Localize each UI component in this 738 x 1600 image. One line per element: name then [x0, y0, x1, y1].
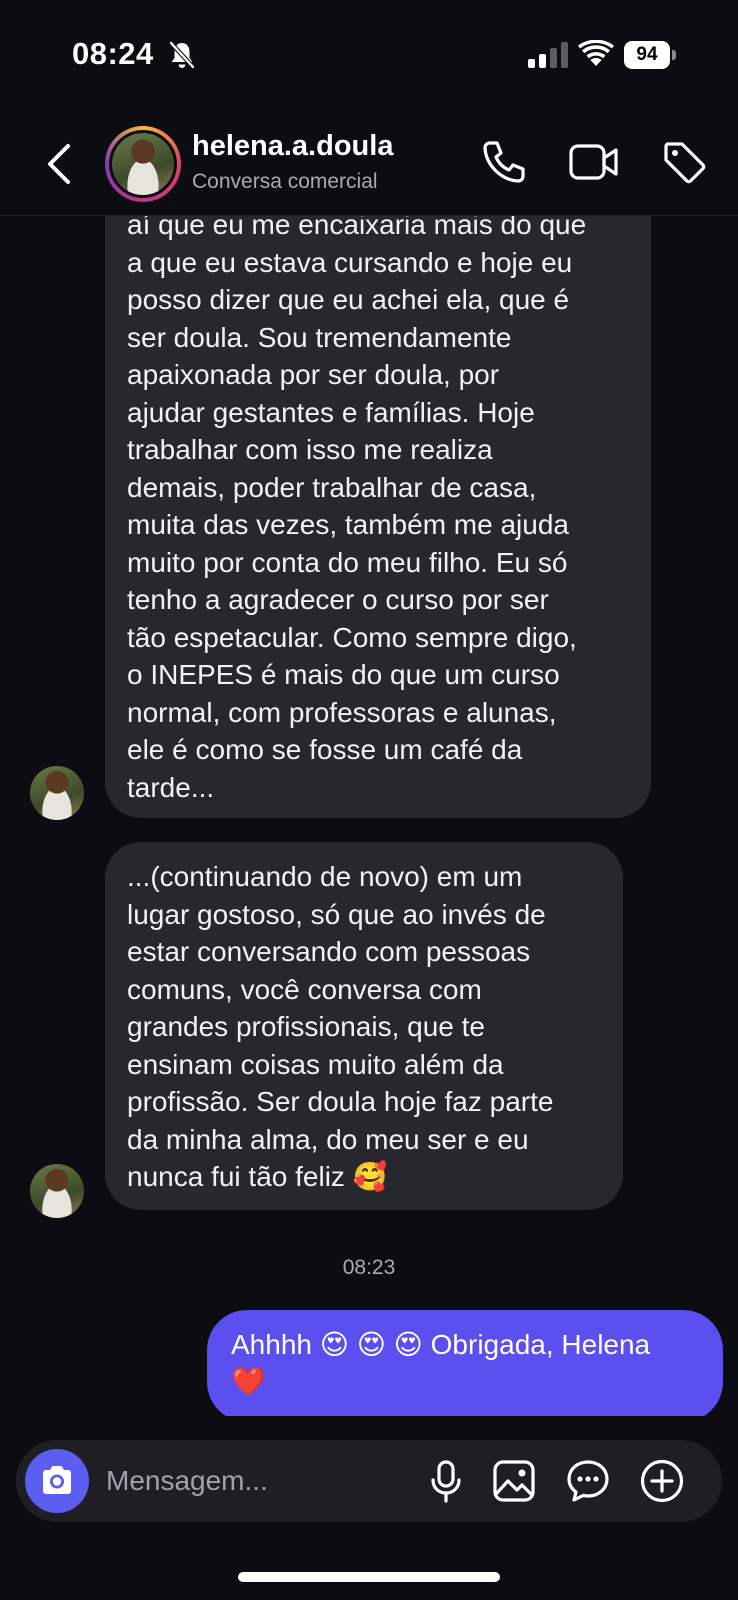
camera-button[interactable] [25, 1449, 89, 1513]
message-composer [16, 1440, 722, 1522]
conversation-type-label: Conversa comercial [192, 170, 378, 193]
sender-avatar[interactable] [30, 1164, 84, 1218]
message-line: Ahhhh 😍 😍 😍 Obrigada, Helena [231, 1329, 651, 1360]
sent-message-bubble[interactable]: Ahhhh 😍 😍 😍 Obrigada, Helena ❤️ [207, 1310, 723, 1416]
message-line: ele é como se fosse um café da [127, 734, 523, 765]
contact-avatar[interactable] [105, 126, 181, 202]
sticker-icon[interactable] [564, 1457, 612, 1505]
battery-icon: 94 [624, 41, 676, 69]
plus-circle-icon[interactable] [638, 1457, 686, 1505]
contact-name[interactable]: helena.a.doula [192, 130, 393, 163]
cellular-signal-icon [528, 42, 568, 68]
bell-off-icon [169, 41, 195, 69]
message-input[interactable] [106, 1462, 386, 1500]
message-line: grandes profissionais, que te [127, 1011, 485, 1042]
message-line: apaixonada por ser doula, por [127, 359, 500, 390]
status-time: 08:24 [72, 36, 154, 71]
message-line: muito por conta do meu filho. Eu só [127, 546, 568, 578]
wifi-icon [578, 40, 614, 66]
battery-level: 94 [624, 41, 670, 69]
message-line: muita das vezes, também me ajuda [127, 509, 569, 540]
message-line: ❤️ [231, 1366, 266, 1397]
microphone-icon[interactable] [422, 1457, 470, 1505]
phone-icon[interactable] [480, 138, 528, 186]
message-line: tão espetacular. Como sempre digo, [127, 621, 577, 653]
message-list[interactable]: aí que eu me encaixaria mais do que a qu… [0, 216, 738, 1416]
message-line: da minha alma, do meu ser e eu [127, 1123, 529, 1155]
message-line: tarde... [127, 771, 215, 803]
message-line: normal, com professoras e alunas, [127, 696, 557, 728]
video-camera-icon[interactable] [568, 140, 620, 184]
message-line: a que eu estava cursando e hoje eu [127, 246, 573, 278]
chat-header: helena.a.doula Conversa comercial [0, 112, 738, 216]
gallery-icon[interactable] [490, 1457, 538, 1505]
home-indicator[interactable] [238, 1572, 500, 1582]
message-line: lugar gostoso, só que ao invés de [127, 898, 546, 930]
received-message-bubble[interactable]: ...(continuando de novo) em um lugar gos… [105, 842, 623, 1210]
message-line: demais, poder trabalhar de casa, [127, 471, 537, 503]
message-line: o INEPES é mais do que um curso [127, 659, 560, 690]
message-line: ...(continuando de novo) em um [127, 861, 523, 892]
message-line: tenho a agradecer o curso por ser [127, 584, 549, 615]
message-line: comuns, você conversa com [127, 973, 482, 1005]
status-bar: 08:24 94 [0, 0, 738, 110]
message-line: posso dizer que eu achei ela, que é [127, 284, 570, 315]
message-line: trabalhar com isso me realiza [127, 434, 493, 465]
message-line: profissão. Ser doula hoje faz parte [127, 1086, 554, 1117]
tag-icon[interactable] [660, 138, 708, 186]
sender-avatar[interactable] [30, 766, 84, 820]
message-timestamp: 08:23 [342, 1256, 396, 1279]
back-arrow-icon[interactable] [40, 140, 80, 188]
message-line: ser doula. Sou tremendamente [127, 321, 512, 353]
camera-icon [43, 1466, 71, 1494]
message-line: aí que eu me encaixaria mais do que [127, 216, 587, 240]
message-line: ensinam coisas muito além da [127, 1048, 504, 1080]
message-line: estar conversando com pessoas [127, 936, 531, 967]
message-line: nunca fui tão feliz 🥰 [127, 1161, 388, 1192]
received-message-bubble[interactable]: aí que eu me encaixaria mais do que a qu… [105, 216, 651, 818]
message-line: ajudar gestantes e famílias. Hoje [127, 396, 535, 428]
